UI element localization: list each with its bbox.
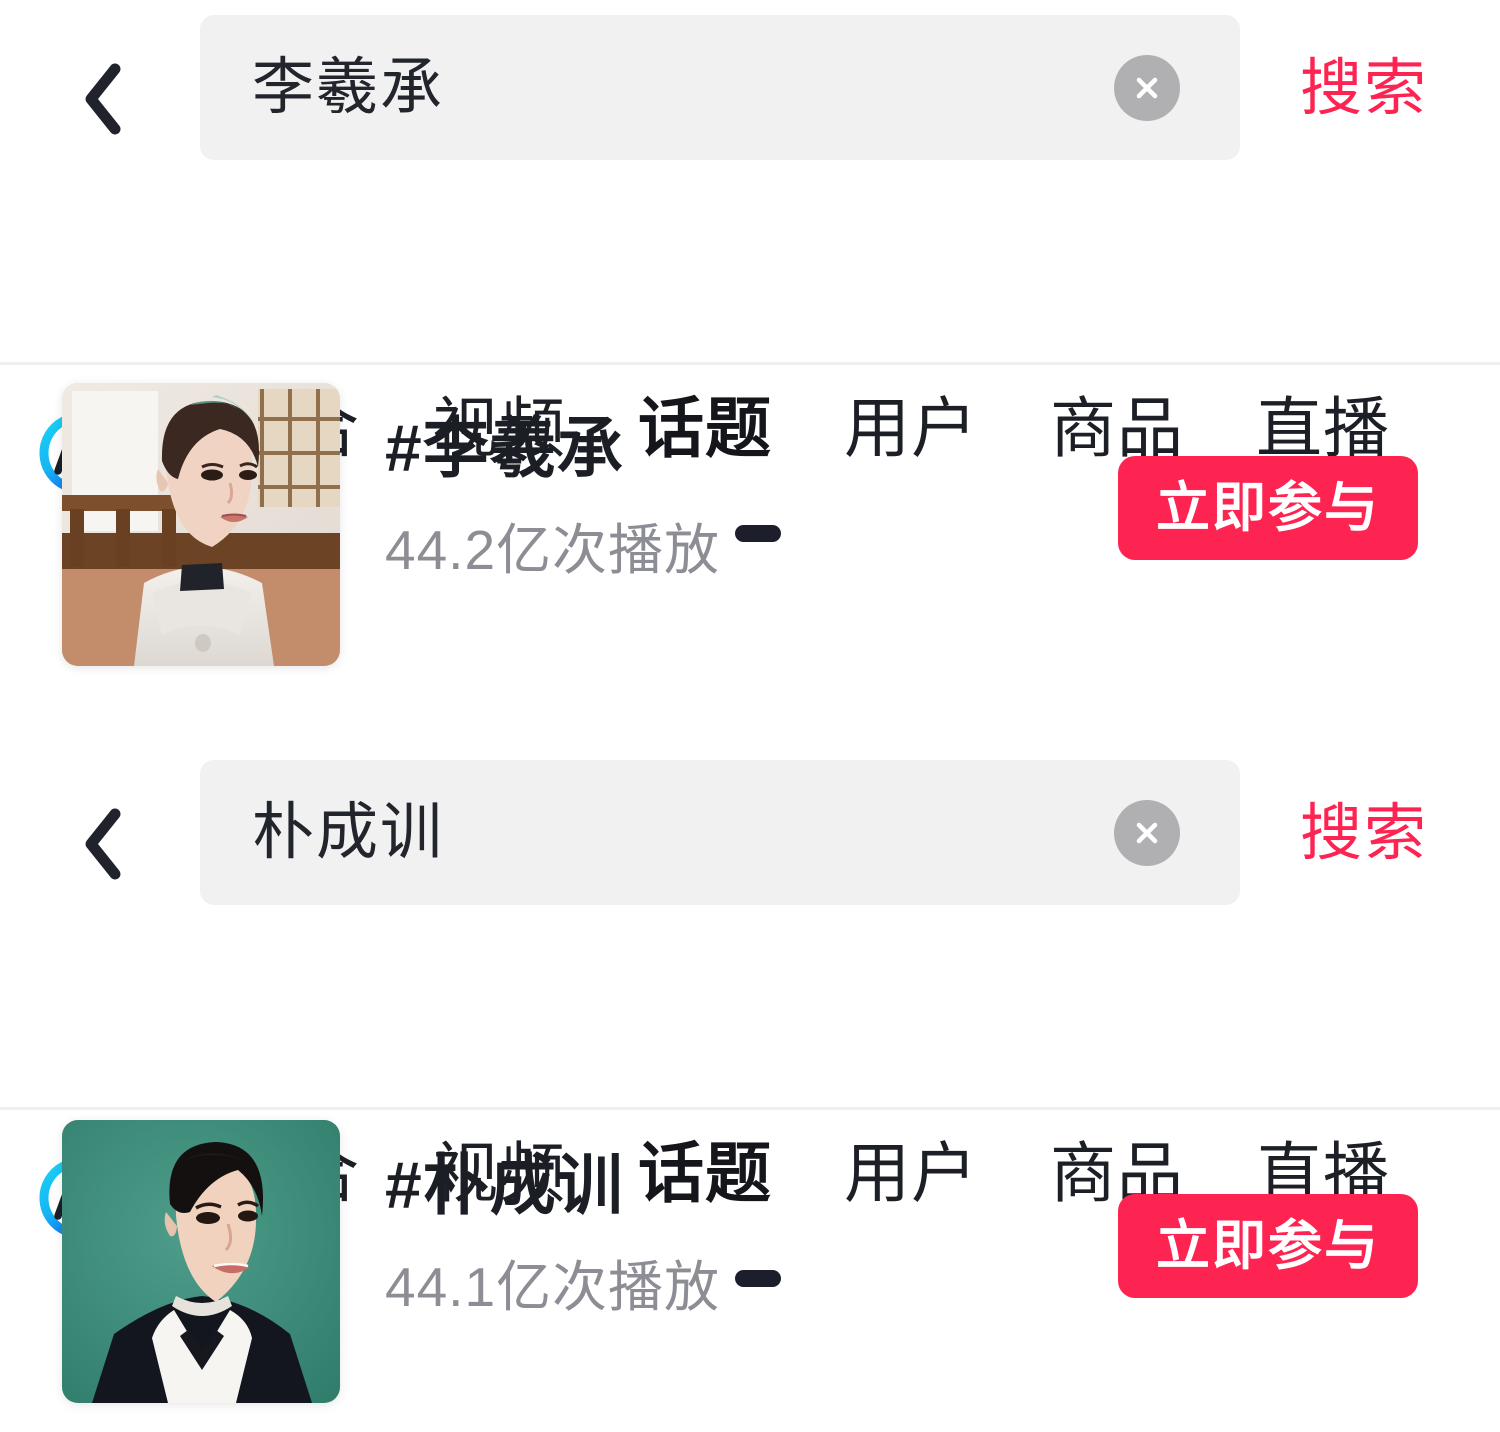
join-topic-label-2: 立即参与 [1156, 1216, 1380, 1276]
clear-search-button[interactable] [1114, 54, 1180, 121]
search-query-text: 李羲承 [252, 52, 445, 122]
search-results-page: 李羲承 搜索 视频 话题 用户 商品 直播 #李羲承 44.2亿次播放 立即参与… [0, 0, 1500, 1432]
search-submit-button[interactable]: 搜索 [1300, 58, 1428, 120]
search-query-text-2: 朴成训 [252, 797, 445, 867]
join-topic-label: 立即参与 [1156, 478, 1380, 538]
topic-title: #李羲承 [385, 411, 624, 485]
search-tabbar-2: 综合 视频 话题 用户 商品 直播 [0, 920, 1500, 1287]
topic-result-row[interactable]: #李羲承 44.2亿次播放 立即参与 [0, 365, 1500, 685]
join-topic-button[interactable]: 立即参与 [1118, 456, 1418, 560]
thumbnail-image [62, 383, 340, 666]
join-topic-button-2[interactable]: 立即参与 [1118, 1194, 1418, 1298]
search-input[interactable]: 李羲承 [200, 15, 1240, 160]
back-button[interactable] [72, 44, 132, 154]
search-input-2[interactable]: 朴成训 [200, 760, 1240, 905]
topic-play-count: 44.2亿次播放 [385, 519, 721, 581]
section-divider [0, 685, 1500, 745]
topic-info-2: #朴成训 44.1亿次播放 [385, 1152, 720, 1315]
chevron-left-icon [85, 808, 121, 880]
search-capture-1: 李羲承 搜索 视频 话题 用户 商品 直播 #李羲承 44.2亿次播放 立即参与 [0, 0, 1500, 685]
topic-info: #李羲承 44.2亿次播放 [385, 415, 720, 578]
search-capture-2: 朴成训 搜索 视频 话题 用户 商品 直播 #朴成训 44.1亿次播放 立即参与 [0, 745, 1500, 1430]
back-button-2[interactable] [72, 789, 132, 899]
clear-search-button-2[interactable] [1114, 799, 1180, 866]
close-icon [1136, 822, 1158, 843]
topic-result-row-2[interactable]: #朴成训 44.1亿次播放 立即参与 [0, 1110, 1500, 1430]
search-header-2: 朴成训 搜索 [0, 745, 1500, 920]
search-header: 李羲承 搜索 [0, 0, 1500, 175]
topic-title-2: #朴成训 [385, 1148, 624, 1222]
chevron-left-icon [85, 63, 121, 135]
topic-thumbnail-2[interactable] [62, 1120, 340, 1403]
topic-thumbnail[interactable] [62, 383, 340, 666]
thumbnail-image [62, 1120, 340, 1403]
search-tabbar: 综合 视频 话题 用户 商品 直播 [0, 175, 1500, 542]
topic-play-count-2: 44.1亿次播放 [385, 1256, 721, 1318]
search-submit-button-2[interactable]: 搜索 [1300, 803, 1428, 865]
close-icon [1136, 77, 1158, 98]
